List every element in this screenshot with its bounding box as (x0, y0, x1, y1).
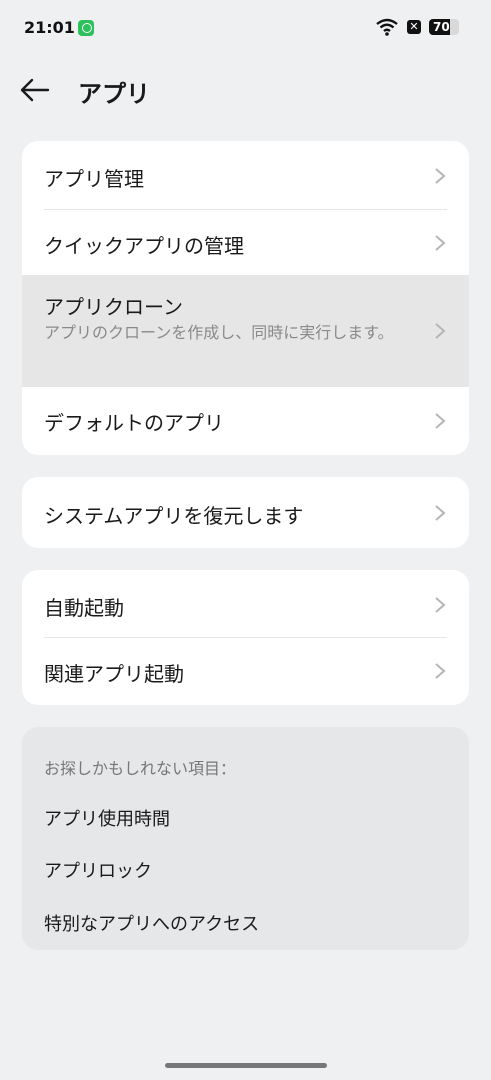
default-apps-row[interactable]: デフォルトのアプリ (22, 387, 469, 455)
settings-group-apps: アプリ管理 クイックアプリの管理 アプリクローン アプリのクローンを作成し、同時… (22, 141, 469, 455)
quick-app-management-row[interactable]: クイックアプリの管理 (22, 210, 469, 275)
row-label: 自動起動 (44, 596, 124, 620)
suggestions-heading: お探しかもしれない項目： (44, 759, 237, 778)
suggestions-panel: お探しかもしれない項目： アプリ使用時間 アプリロック 特別なアプリへのアクセス (22, 727, 469, 950)
notification-app-icon (78, 20, 94, 36)
row-label: システムアプリを復元します (44, 504, 304, 528)
status-icons: ✕ 70 (375, 18, 459, 36)
row-subtitle: アプリのクローンを作成し、同時に実行します。 (44, 323, 394, 342)
header: アプリ (0, 62, 491, 118)
row-label: 関連アプリ起動 (44, 662, 184, 686)
chevron-right-icon (435, 597, 446, 613)
row-label: デフォルトのアプリ (44, 411, 224, 435)
suggestion-special-app-access[interactable]: 特別なアプリへのアクセス (44, 910, 259, 936)
restore-system-apps-row[interactable]: システムアプリを復元します (22, 477, 469, 548)
suggestion-app-usage-time[interactable]: アプリ使用時間 (44, 805, 170, 831)
chevron-right-icon (435, 323, 446, 339)
home-indicator[interactable] (165, 1063, 327, 1068)
battery-level: 70 (433, 20, 450, 34)
row-label: アプリクローン (44, 295, 183, 319)
page-title: アプリ (78, 80, 150, 108)
app-management-row[interactable]: アプリ管理 (22, 141, 469, 209)
chevron-right-icon (435, 413, 446, 429)
app-clone-row[interactable]: アプリクローン アプリのクローンを作成し、同時に実行します。 (22, 275, 469, 387)
status-time: 21:01 (24, 18, 75, 37)
settings-group-launch: 自動起動 関連アプリ起動 (22, 570, 469, 705)
back-arrow-icon (20, 78, 50, 102)
chevron-right-icon (435, 235, 446, 251)
associated-launch-row[interactable]: 関連アプリ起動 (22, 638, 469, 705)
chevron-right-icon (435, 505, 446, 521)
row-label: クイックアプリの管理 (44, 234, 244, 258)
status-bar: 21:01 ✕ 70 (0, 0, 491, 58)
settings-group-restore: システムアプリを復元します (22, 477, 469, 548)
suggestion-app-lock[interactable]: アプリロック (44, 857, 152, 883)
wifi-icon (375, 18, 399, 36)
back-button[interactable] (18, 74, 58, 106)
row-label: アプリ管理 (44, 167, 144, 191)
x-app-icon: ✕ (407, 20, 421, 34)
auto-launch-row[interactable]: 自動起動 (22, 570, 469, 637)
chevron-right-icon (435, 663, 446, 679)
battery-icon: 70 (429, 19, 459, 35)
chevron-right-icon (435, 168, 446, 184)
